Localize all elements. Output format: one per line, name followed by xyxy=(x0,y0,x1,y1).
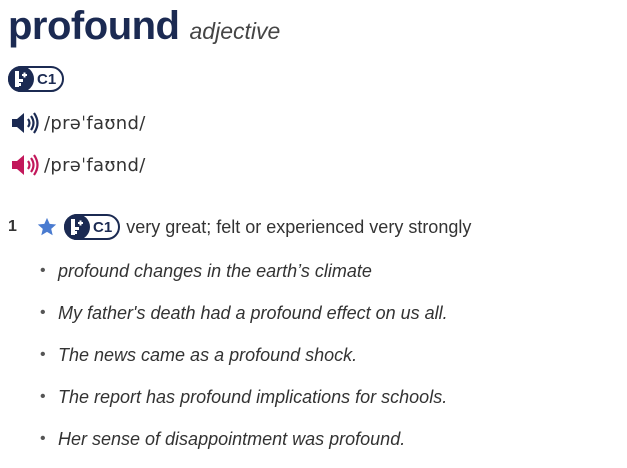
headword-row: profound adjective xyxy=(8,4,280,48)
pronunciation-british: /prəˈfaʊnd/ xyxy=(10,110,146,136)
example-text: profound changes in the earth’s climate xyxy=(58,261,372,281)
sense-number: 1 xyxy=(8,218,17,235)
sense-level-badge[interactable]: C1 xyxy=(64,214,121,240)
example-item: • My father's death had a profound effect… xyxy=(40,300,448,342)
level-label: C1 xyxy=(37,70,57,88)
example-text: The report has profound implications for… xyxy=(58,387,448,407)
example-item: • Her sense of disappointment was profoun… xyxy=(40,426,448,468)
speaker-icon[interactable] xyxy=(10,110,40,136)
example-text: My father's death had a profound effect … xyxy=(58,303,448,323)
example-item: • The news came as a profound shock. xyxy=(40,342,448,384)
sense-row: 1 C1 very great; felt or experienced ver… xyxy=(8,214,471,240)
level-label: C1 xyxy=(93,218,113,236)
part-of-speech: adjective xyxy=(189,18,281,44)
example-text: The news came as a profound shock. xyxy=(58,345,358,365)
star-icon xyxy=(36,216,58,238)
speaker-icon[interactable] xyxy=(10,152,40,178)
pronunciation-american: /prəˈfaʊnd/ xyxy=(10,152,146,178)
example-text: Her sense of disappointment was profound… xyxy=(58,429,406,449)
definition: very great; felt or experienced very str… xyxy=(126,216,472,237)
phonetic-british: /prəˈfaʊnd/ xyxy=(44,112,146,134)
example-item: • profound changes in the earth’s climate xyxy=(40,258,448,300)
phonetic-american: /prəˈfaʊnd/ xyxy=(44,154,146,176)
example-item: • The report has profound implications fo… xyxy=(40,384,448,426)
key-icon xyxy=(8,66,34,92)
key-icon xyxy=(64,214,90,240)
examples-list: • profound changes in the earth’s climate… xyxy=(40,258,448,468)
headword: profound xyxy=(8,4,180,48)
oxford-level-badge[interactable]: C1 xyxy=(8,66,65,92)
